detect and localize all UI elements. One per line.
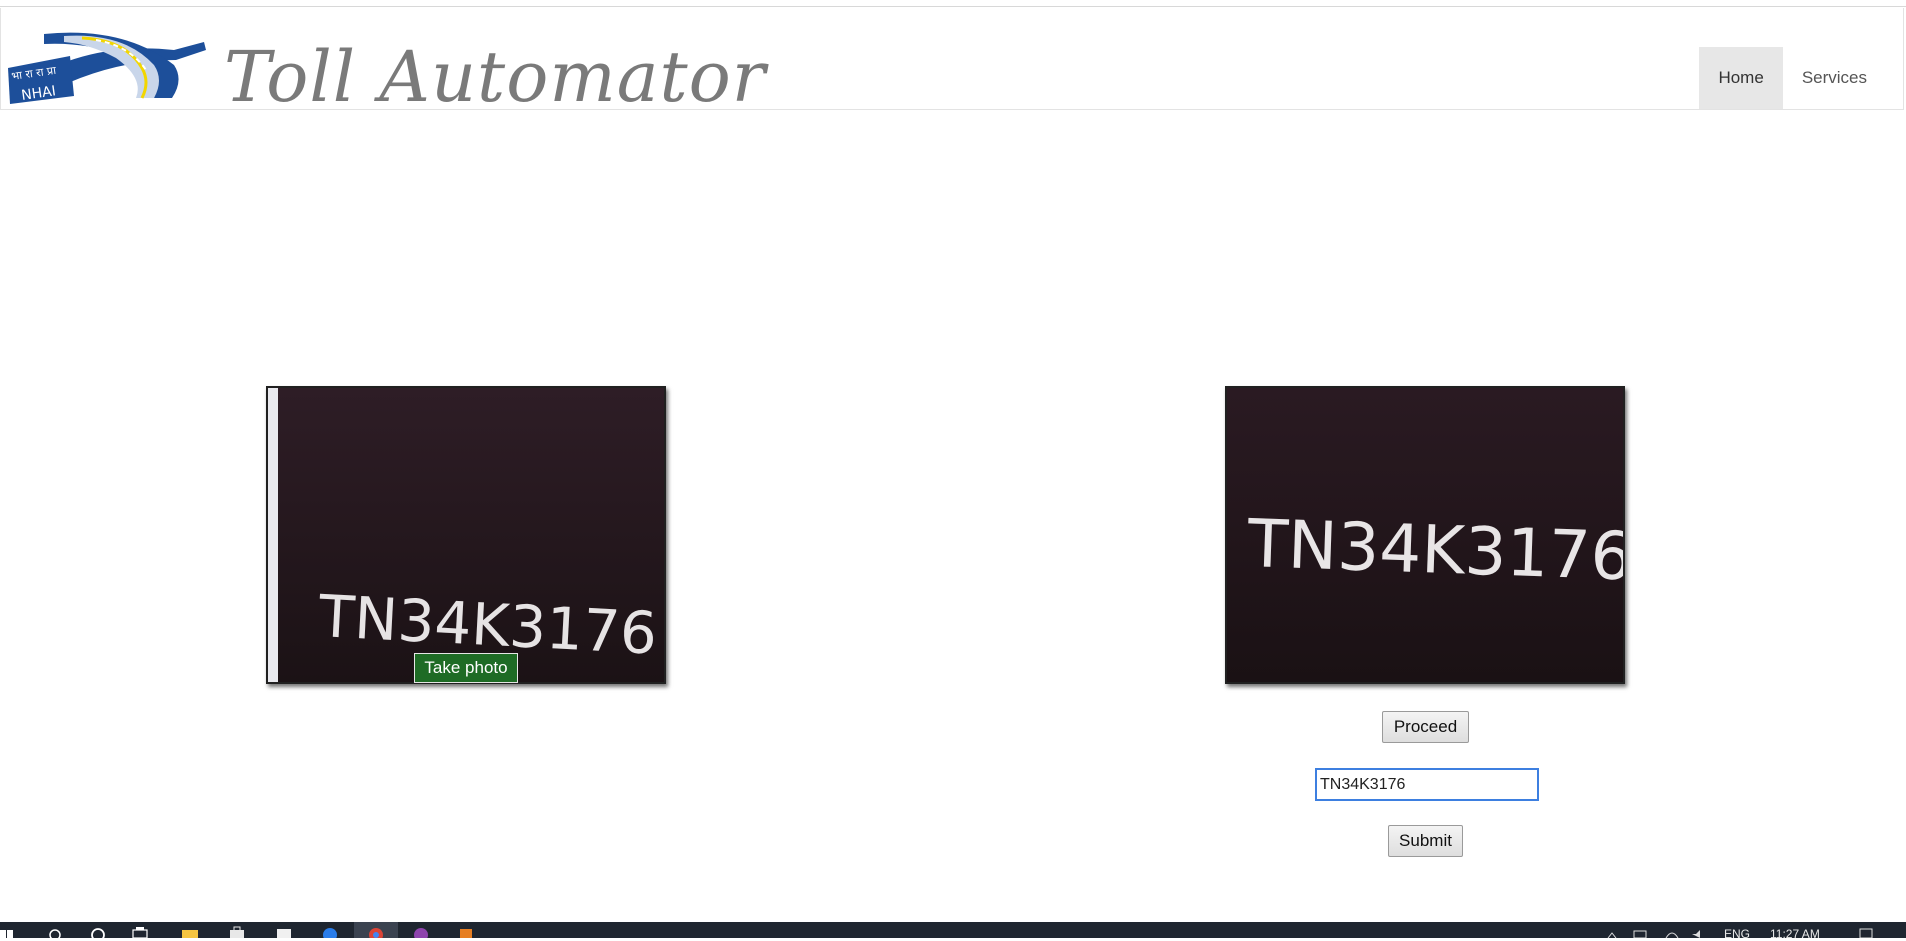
chrome-icon[interactable] [322, 926, 338, 938]
language-indicator[interactable]: ENG [1724, 928, 1750, 940]
file-explorer-icon[interactable] [182, 926, 198, 938]
network-icon[interactable] [1632, 926, 1648, 938]
notifications-icon[interactable] [1858, 926, 1874, 938]
edge-icon[interactable] [276, 926, 292, 938]
main-nav: Home Services [1699, 47, 1886, 109]
start-icon[interactable] [0, 926, 16, 938]
browser-top-border [0, 6, 1906, 7]
volume-icon[interactable] [1690, 926, 1706, 938]
wifi-icon[interactable] [1664, 926, 1680, 938]
nav-home[interactable]: Home [1699, 47, 1783, 109]
nav-services[interactable]: Services [1783, 47, 1886, 109]
submit-button[interactable]: Submit [1388, 825, 1463, 857]
app-icon[interactable] [368, 926, 384, 938]
store-icon[interactable] [229, 926, 245, 938]
logo-text-nhai: NHAI [20, 83, 57, 104]
task-view-icon[interactable] [132, 926, 148, 938]
camera-feed-image: TN34K3176 [268, 388, 664, 682]
proceed-button[interactable]: Proceed [1382, 711, 1469, 743]
take-photo-button[interactable]: Take photo [414, 653, 518, 683]
cortana-icon[interactable] [90, 926, 106, 938]
tray-up-icon[interactable] [1604, 926, 1620, 938]
search-icon[interactable] [48, 926, 64, 938]
app2-icon[interactable] [413, 926, 429, 938]
captured-image-photo: TN34K3176 [1227, 388, 1623, 682]
plate-number-input[interactable] [1315, 768, 1539, 801]
captured-image: TN34K3176 [1225, 386, 1625, 684]
camera-feed: TN34K3176 [266, 386, 666, 684]
nhai-logo[interactable]: भा रा रा प्रा NHAI [4, 20, 208, 110]
media-icon[interactable] [458, 926, 474, 938]
site-title: Toll Automator [224, 36, 767, 118]
taskbar-clock[interactable]: 11:27 AM [1770, 928, 1820, 940]
captured-plate-text: TN34K3176 [1245, 505, 1623, 595]
